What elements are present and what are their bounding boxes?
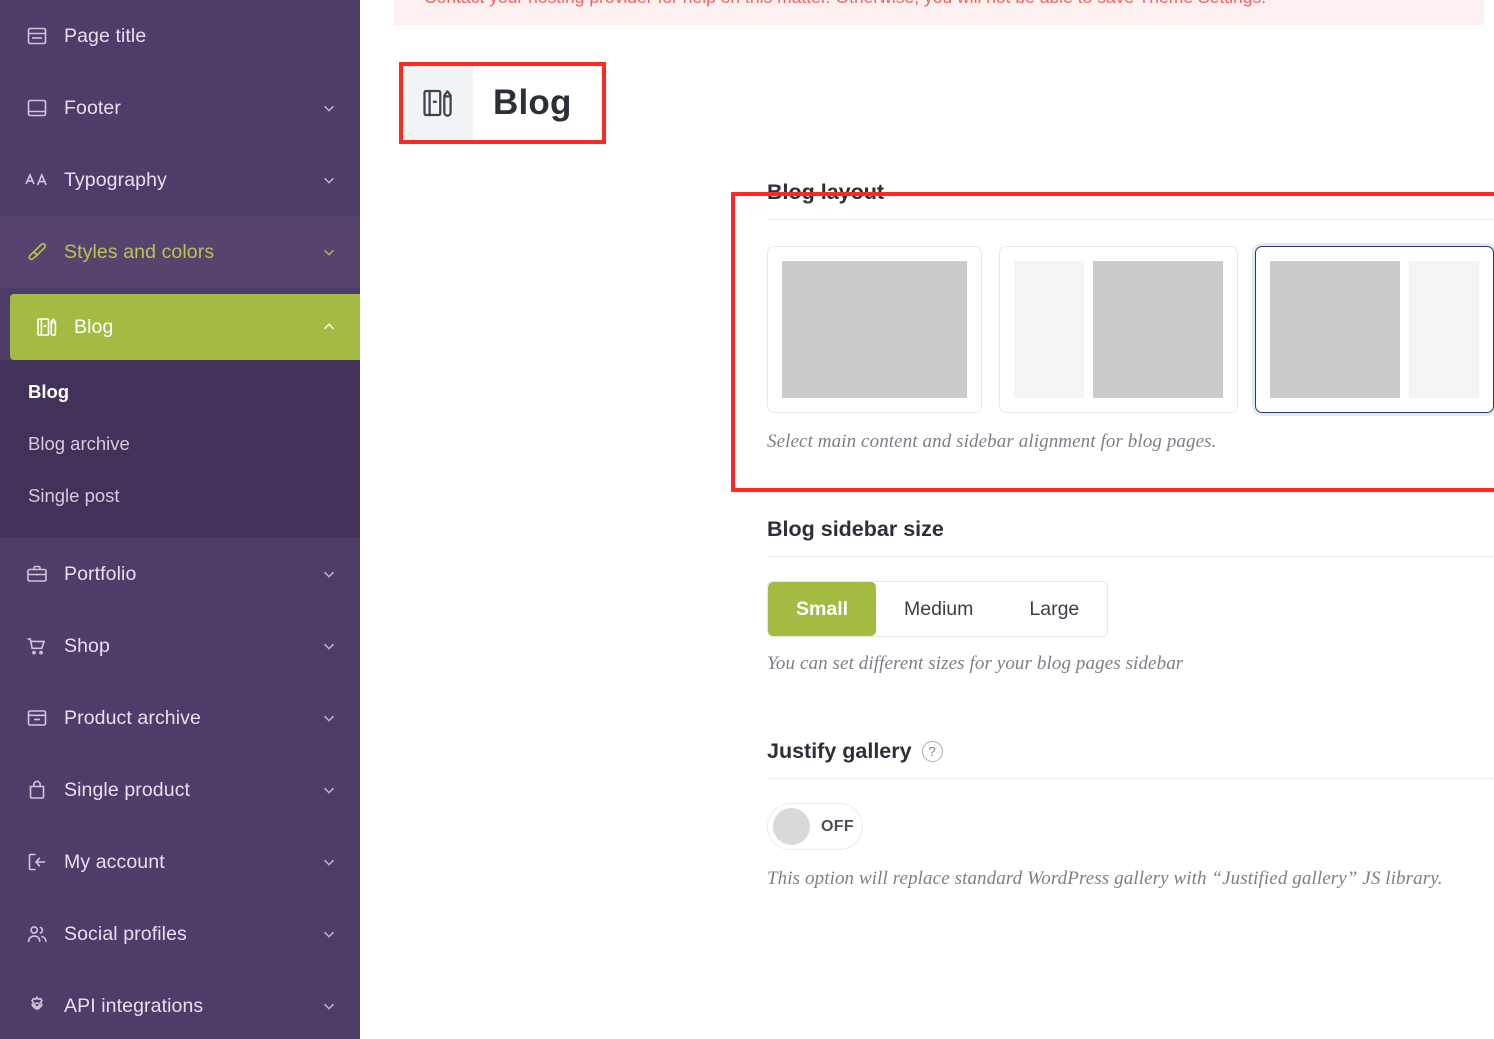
archive-icon — [24, 705, 50, 731]
chevron-down-icon — [323, 177, 335, 184]
blog-layout-section: Blog layout Select main content and side… — [360, 144, 1494, 453]
sidebar-nav: Page title Footer Typography Styles and … — [0, 0, 360, 1039]
sidebar-item-label: Product archive — [64, 706, 201, 729]
page-title-icon — [24, 23, 50, 49]
chevron-down-icon — [323, 787, 335, 794]
chevron-down-icon — [323, 571, 335, 578]
help-icon[interactable]: ? — [921, 741, 943, 762]
blog-sidebar-size-hint: You can set different sizes for your blo… — [767, 653, 1184, 674]
chevron-down-icon — [323, 931, 335, 938]
chevron-down-icon — [323, 249, 335, 256]
toggle-knob — [773, 808, 810, 845]
section-divider — [767, 778, 1494, 779]
layout-option-sidebar-left[interactable] — [999, 246, 1238, 413]
page-title-highlight: Blog — [399, 62, 606, 144]
sidebar-item-label: Shop — [64, 634, 110, 657]
sidebar-item-label: Typography — [64, 168, 167, 191]
sidebar-subitem-single-post[interactable]: Single post — [0, 470, 360, 522]
portfolio-icon — [24, 561, 50, 587]
section-heading-text: Justify gallery — [767, 739, 912, 763]
sidebar-size-option-large[interactable]: Large — [1001, 582, 1107, 636]
brush-icon — [24, 239, 50, 265]
sidebar-subitem-label: Single post — [28, 485, 120, 506]
sidebar-item-label: Social profiles — [64, 922, 187, 945]
justify-gallery-section: Justify gallery ? OFF This option will r… — [360, 713, 1494, 890]
blog-icon — [34, 314, 60, 340]
page-header-area: Blog — [360, 36, 1494, 144]
sidebar-size-option-small[interactable]: Small — [768, 582, 877, 636]
sidebar-item-label: Page title — [64, 24, 147, 47]
sidebar-subitem-label: Blog archive — [28, 433, 130, 454]
sidebar-item-single-product[interactable]: Single product — [0, 754, 360, 826]
sidebar-item-label: My account — [64, 850, 165, 873]
blog-sidebar-size-section: Blog sidebar size Small Medium Large You… — [360, 491, 1494, 675]
justify-gallery-title: Justify gallery ? — [767, 739, 1494, 778]
blog-icon — [403, 66, 473, 140]
sidebar-item-social-profiles[interactable]: Social profiles — [0, 898, 360, 970]
sidebar-item-shop[interactable]: Shop — [0, 610, 360, 682]
sidebar-item-product-archive[interactable]: Product archive — [0, 682, 360, 754]
theme-settings-screen: Page title Footer Typography Styles and … — [0, 0, 1494, 1039]
chevron-down-icon — [323, 859, 335, 866]
layout-option-full-width[interactable] — [767, 246, 982, 413]
blog-layout-hint: Select main content and sidebar alignmen… — [767, 431, 1217, 452]
sidebar-item-label: Footer — [64, 96, 121, 119]
sidebar-subitem-label: Blog — [28, 381, 70, 402]
section-divider — [767, 556, 1494, 557]
sidebar-submenu-blog: Blog Blog archive Single post — [0, 360, 360, 538]
layout-preview-content — [1270, 261, 1400, 398]
footer-icon — [24, 95, 50, 121]
sidebar-item-typography[interactable]: Typography — [0, 144, 360, 216]
cart-icon — [24, 633, 50, 659]
error-notice-banner: Contact your hosting provider for help o… — [394, 0, 1484, 25]
chevron-down-icon — [323, 643, 335, 650]
sidebar-item-portfolio[interactable]: Portfolio — [0, 538, 360, 610]
blog-layout-title: Blog layout — [767, 180, 1494, 219]
error-notice-text: Contact your hosting provider for help o… — [424, 0, 1266, 7]
bag-icon — [24, 777, 50, 803]
sidebar-item-label: Styles and colors — [64, 240, 215, 263]
chevron-down-icon — [323, 1003, 335, 1010]
typography-icon — [24, 167, 50, 193]
sidebar-item-label: Blog — [74, 315, 114, 338]
sidebar-item-label: Portfolio — [64, 562, 137, 585]
justify-gallery-hint: This option will replace standard WordPr… — [767, 868, 1443, 889]
gear-icon — [24, 993, 50, 1019]
users-icon — [24, 921, 50, 947]
sidebar-item-footer[interactable]: Footer — [0, 72, 360, 144]
chevron-up-icon — [323, 323, 335, 330]
sidebar-item-label: API integrations — [64, 994, 204, 1017]
sidebar-item-api-integrations[interactable]: API integrations — [0, 970, 360, 1039]
sidebar-item-blog[interactable]: Blog — [10, 294, 360, 360]
sidebar-item-styles-and-colors[interactable]: Styles and colors — [0, 216, 360, 288]
page-title: Blog — [493, 83, 572, 122]
layout-preview-sidebar — [1014, 261, 1084, 398]
main-panel: Contact your hosting provider for help o… — [360, 0, 1494, 1039]
section-heading-text: Blog sidebar size — [767, 517, 944, 541]
blog-layout-options — [767, 220, 1494, 431]
settings-content: Blog Blog layout Select main content and… — [360, 36, 1494, 890]
sidebar-item-my-account[interactable]: My account — [0, 826, 360, 898]
layout-option-sidebar-right[interactable] — [1255, 246, 1494, 413]
section-heading-text: Blog layout — [767, 180, 885, 204]
blog-sidebar-size-segmented-control: Small Medium Large — [767, 581, 1109, 637]
toggle-state-label: OFF — [821, 817, 854, 835]
login-icon — [24, 849, 50, 875]
sidebar-subitem-blog[interactable]: Blog — [0, 366, 360, 418]
justify-gallery-toggle[interactable]: OFF — [767, 803, 863, 850]
sidebar-subitem-blog-archive[interactable]: Blog archive — [0, 418, 360, 470]
sidebar-item-page-title[interactable]: Page title — [0, 0, 360, 72]
sidebar-item-label: Single product — [64, 778, 191, 801]
chevron-down-icon — [323, 105, 335, 112]
layout-preview-content — [1093, 261, 1223, 398]
blog-sidebar-size-title: Blog sidebar size — [767, 517, 1494, 556]
chevron-down-icon — [323, 715, 335, 722]
layout-preview-sidebar — [1409, 261, 1479, 398]
sidebar-size-option-medium[interactable]: Medium — [876, 582, 1001, 636]
layout-preview-content — [782, 261, 967, 398]
